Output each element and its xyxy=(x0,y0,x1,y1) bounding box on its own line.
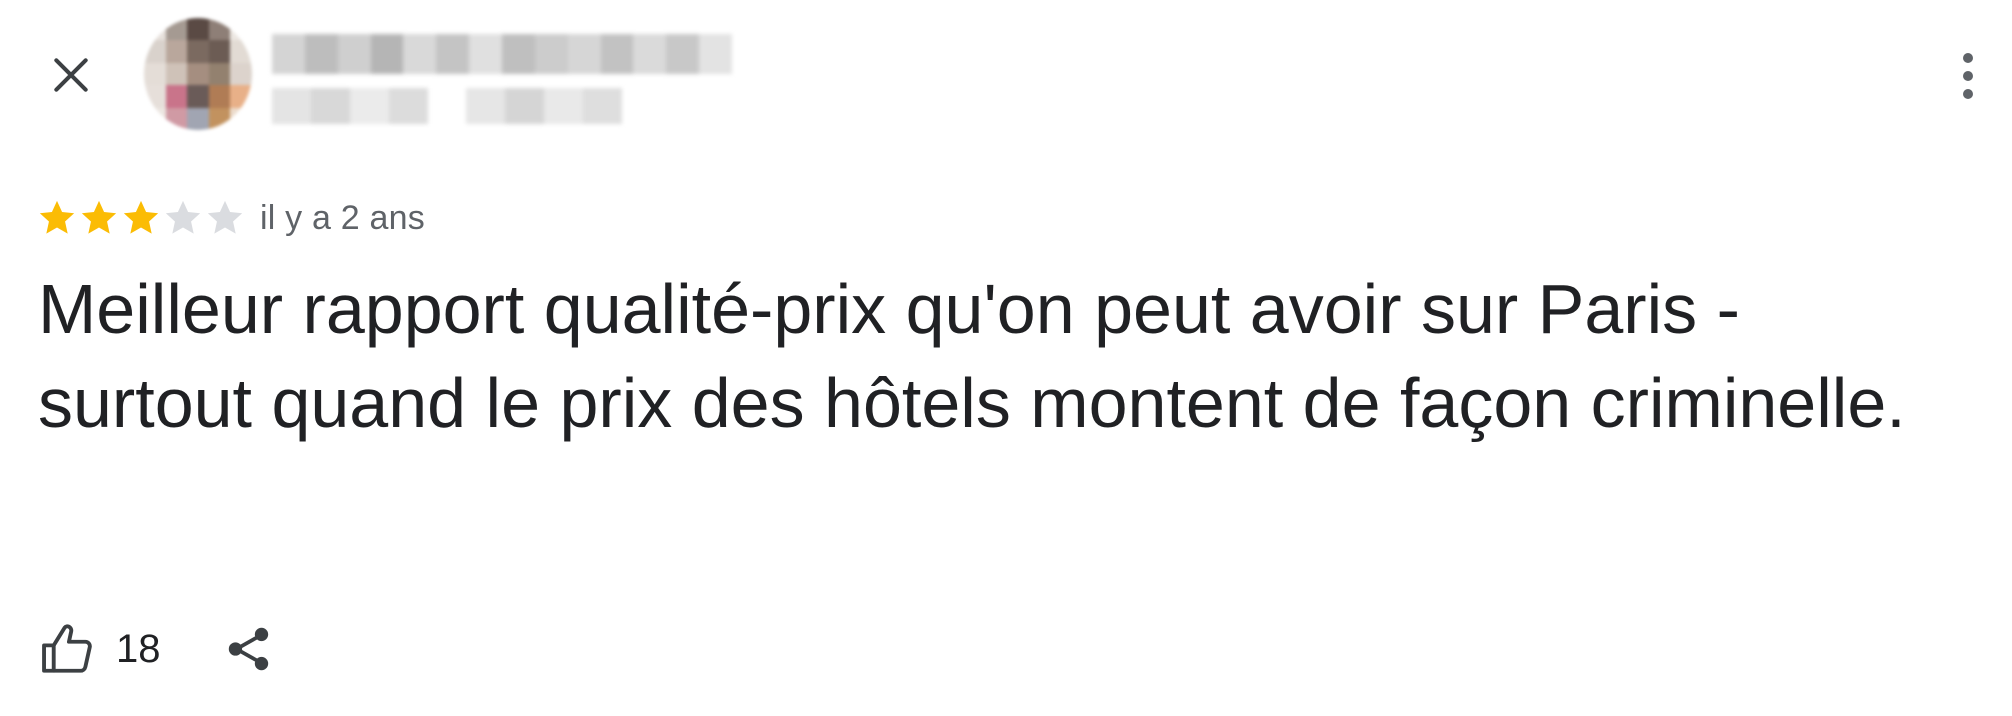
close-icon xyxy=(54,58,88,92)
review-text: Meilleur rapport qualité-prix qu'on peut… xyxy=(38,270,1906,442)
star-filled-icon xyxy=(39,200,75,234)
review-header xyxy=(0,0,2012,150)
share-icon xyxy=(228,627,268,671)
star-filled-icon xyxy=(81,200,117,234)
like-count: 18 xyxy=(116,626,161,671)
star-empty-icon xyxy=(207,200,243,234)
close-button[interactable] xyxy=(38,42,104,108)
more-options-button[interactable] xyxy=(1942,44,1994,108)
avatar[interactable] xyxy=(144,18,252,130)
star-empty-icon xyxy=(165,200,201,234)
star-filled-icon xyxy=(123,200,159,234)
review-timestamp: il y a 2 ans xyxy=(260,198,425,237)
share-button[interactable] xyxy=(219,619,279,679)
like-button[interactable]: 18 xyxy=(38,620,161,678)
thumb-up-icon xyxy=(42,624,92,673)
reviewer-name-redacted xyxy=(272,34,733,74)
star-rating xyxy=(36,197,246,239)
rating-row: il y a 2 ans xyxy=(36,196,425,240)
review-actions: 18 xyxy=(38,614,279,684)
more-vertical-icon xyxy=(1963,53,1973,99)
reviewer-meta-redacted xyxy=(272,88,623,124)
